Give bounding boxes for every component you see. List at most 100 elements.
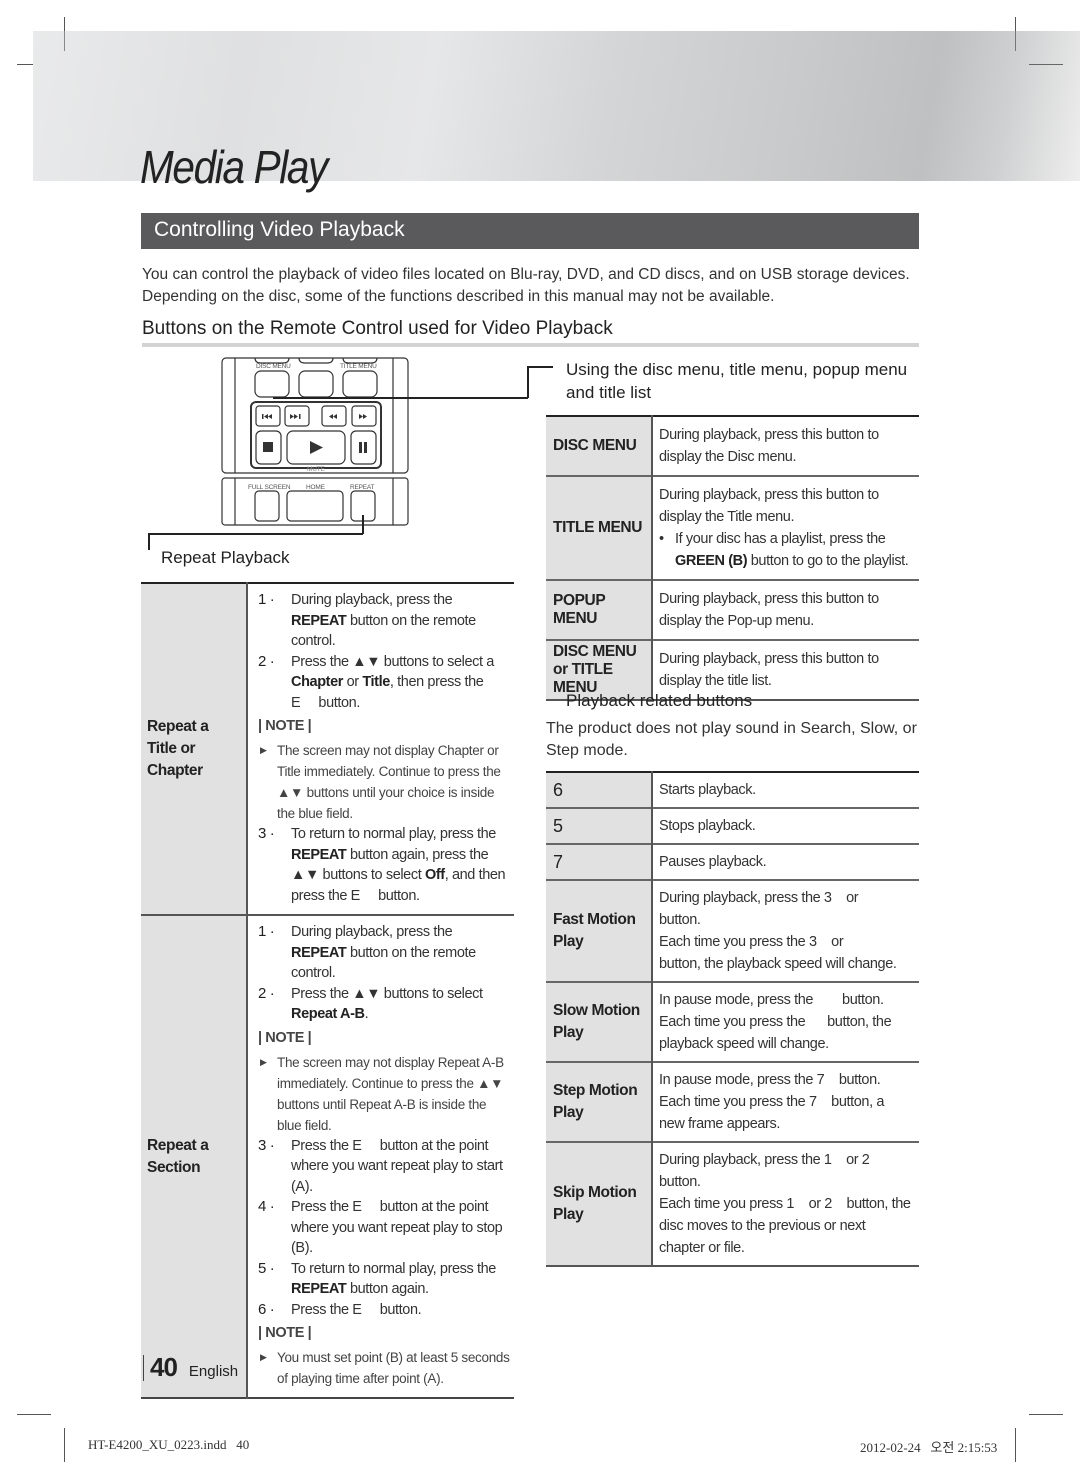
table-row: POPUP MENU During playback, press this bu… (546, 579, 919, 640)
row-key: Repeat a Section (141, 914, 248, 1398)
row-description: During playback, press the 3 or button. Ea… (652, 879, 919, 982)
step-text: During playback, press the REPEAT button… (291, 592, 476, 649)
crop-mark (1029, 64, 1063, 65)
table-row: Fast Motion Play During playback, press t… (546, 879, 919, 982)
table-row: 5 Stops playback. (546, 807, 919, 844)
note-item: ▶ The screen may not display Chapter or T… (258, 740, 510, 824)
step-text: To return to normal play, press the REPE… (291, 826, 506, 904)
step-text: Press the E button at the point where yo… (291, 1137, 503, 1195)
fast-forward-icon (359, 414, 367, 419)
note-text: The screen may not display Repeat A-B im… (277, 1054, 504, 1133)
remote-control-diagram (221, 357, 409, 526)
page-language: English (188, 1363, 239, 1380)
pause-icon (359, 442, 367, 453)
row-key: Step Motion Play (546, 1061, 653, 1142)
table-row: 7 Pauses playback. (546, 843, 919, 880)
step-item: 3 · Press the E button at the point where… (258, 1136, 510, 1198)
pause-button (350, 430, 377, 465)
mute-label: MUTE (307, 466, 325, 473)
table-row: Skip Motion Play During playback, press t… (546, 1141, 919, 1266)
chapter-title: Media Play (140, 141, 328, 193)
play-icon (310, 441, 323, 454)
playback-buttons-title: Playback related buttons (566, 691, 753, 710)
callout-line (527, 366, 553, 368)
playback-intro: The product does not play sound in Searc… (546, 720, 917, 759)
intro-paragraph: You can control the playback of video fi… (142, 266, 910, 305)
note-text: You must set point (B) at least 5 second… (277, 1350, 510, 1386)
skip-forward-icon (290, 414, 301, 419)
row-description: During playback, press this button to di… (652, 579, 919, 640)
disc-menu-button (254, 370, 290, 398)
disc-menu-label: DISC MENU (256, 363, 291, 370)
step-item: 6 · Press the E button. (258, 1300, 510, 1321)
page-footer: 40 English (143, 1352, 238, 1383)
row-description: Stops playback. (652, 807, 919, 844)
table-row: TITLE MENU During playback, press this bu… (546, 475, 919, 580)
note-label: | NOTE | (258, 718, 312, 734)
row-key: 6 (546, 772, 653, 808)
step-text: Press the E button at the point where yo… (291, 1199, 503, 1256)
step-text: Press the ▲▼ buttons to select a Chapter… (291, 653, 494, 711)
crop-mark (1015, 31, 1016, 51)
title-menu-label: TITLE MENU (340, 363, 377, 370)
step-number: 2 · (258, 652, 275, 670)
row-description: 1 · During playback, press the REPEAT but… (247, 583, 514, 915)
subsection-heading: Buttons on the Remote Control used for V… (142, 318, 613, 339)
crop-mark (1015, 1428, 1016, 1462)
step-text: Press the ▲▼ buttons to select Repeat A-… (291, 985, 483, 1023)
note-arrow-icon: ▶ (260, 745, 267, 755)
section-title: Controlling Video Playback (141, 213, 919, 249)
step-number: 1 · (258, 591, 275, 608)
callout-line (362, 515, 364, 534)
footer-divider (143, 1354, 144, 1381)
rewind-icon (329, 414, 337, 419)
menu-buttons-table: DISC MENU During playback, press this but… (546, 415, 919, 701)
step-number: 3 · (258, 1136, 275, 1154)
row-key: 5 (546, 807, 653, 844)
bullet-item: • If your disc has a playlist, press the … (659, 528, 911, 572)
step-text: Press the E button. (291, 1301, 422, 1318)
row-description: In pause mode, press the 7 button. Each t… (652, 1061, 919, 1142)
row-key: Repeat a Title or Chapter (141, 583, 248, 915)
bullet-text: If your disc has a playlist, press the G… (675, 531, 909, 569)
callout-line (148, 533, 363, 535)
repeat-label: REPEAT (350, 484, 375, 491)
stop-icon (263, 442, 273, 452)
heading-rule (142, 343, 919, 347)
crop-mark (1029, 1414, 1063, 1415)
note-label: | NOTE | (258, 1029, 312, 1046)
row-description: During playback, press the 1 or 2 button.… (652, 1141, 919, 1266)
note-item: ▶ The screen may not display Repeat A-B i… (258, 1052, 510, 1136)
step-item: 1 · During playback, press the REPEAT but… (258, 590, 510, 652)
table-row: Repeat a Section 1 · During playback, pres… (141, 914, 514, 1398)
note-text: The screen may not display Chapter or Ti… (277, 743, 501, 821)
playback-buttons-table: 6 Starts playback. 5 Stops playback. 7 Pauses… (546, 771, 919, 1267)
menus-title: Using the disc menu, title menu, popup m… (566, 360, 908, 402)
home-button (286, 490, 344, 522)
row-key: POPUP MENU (546, 579, 653, 640)
step-item: 2 · Press the ▲▼ buttons to select Repeat… (258, 984, 510, 1025)
callout-line (527, 366, 529, 398)
repeat-playback-table: Repeat a Title or Chapter 1 · During playb… (141, 582, 514, 1399)
row-key: Fast Motion Play (546, 879, 653, 982)
step-item: 1 · During playback, press the REPEAT but… (258, 922, 510, 984)
step-item: 4 · Press the E button at the point where… (258, 1197, 510, 1259)
step-number: 6 · (258, 1300, 275, 1318)
table-row: DISC MENU During playback, press this but… (546, 416, 919, 476)
repeat-playback-title: Repeat Playback (161, 548, 290, 567)
full-screen-label: FULL SCREEN (248, 484, 291, 491)
table-row: Repeat a Title or Chapter 1 · During playb… (141, 583, 514, 915)
row-key: Slow Motion Play (546, 981, 653, 1062)
callout-line (148, 533, 150, 550)
crop-mark (17, 1414, 51, 1415)
step-number: 5 · (258, 1259, 275, 1277)
row-description: 1 · During playback, press the REPEAT but… (247, 914, 514, 1398)
title-menu-button (342, 370, 378, 398)
skip-back-icon (262, 414, 272, 419)
note-label: | NOTE | (258, 1325, 312, 1341)
note-arrow-icon: ▶ (260, 1056, 267, 1067)
center-button (298, 370, 334, 398)
step-number: 2 · (258, 984, 275, 1002)
step-item: 3 · To return to normal play, press the R… (258, 824, 510, 906)
crop-mark (64, 31, 65, 51)
